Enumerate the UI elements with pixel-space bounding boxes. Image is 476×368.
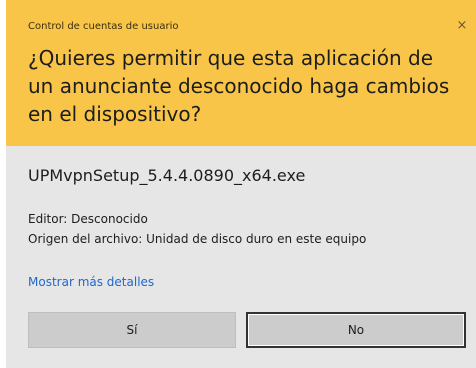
no-button-label: No bbox=[347, 323, 365, 337]
file-origin-text: Origen del archivo: Unidad de disco duro… bbox=[28, 232, 367, 246]
program-name: UPMvpnSetup_5.4.4.0890_x64.exe bbox=[28, 166, 306, 185]
yes-button-label: Sí bbox=[126, 323, 138, 337]
publisher-text: Editor: Desconocido bbox=[28, 212, 148, 226]
uac-dialog: Control de cuentas de usuario × ¿Quieres… bbox=[6, 0, 476, 368]
show-more-details-link[interactable]: Mostrar más detalles bbox=[28, 275, 154, 289]
yes-button[interactable]: Sí bbox=[28, 312, 236, 348]
permission-question: ¿Quieres permitir que esta aplicación de… bbox=[28, 46, 450, 126]
no-button[interactable]: No bbox=[246, 312, 466, 348]
dialog-caption: Control de cuentas de usuario bbox=[28, 21, 179, 32]
dialog-header: Control de cuentas de usuario × ¿Quieres… bbox=[6, 0, 476, 146]
close-icon[interactable]: × bbox=[455, 19, 469, 33]
